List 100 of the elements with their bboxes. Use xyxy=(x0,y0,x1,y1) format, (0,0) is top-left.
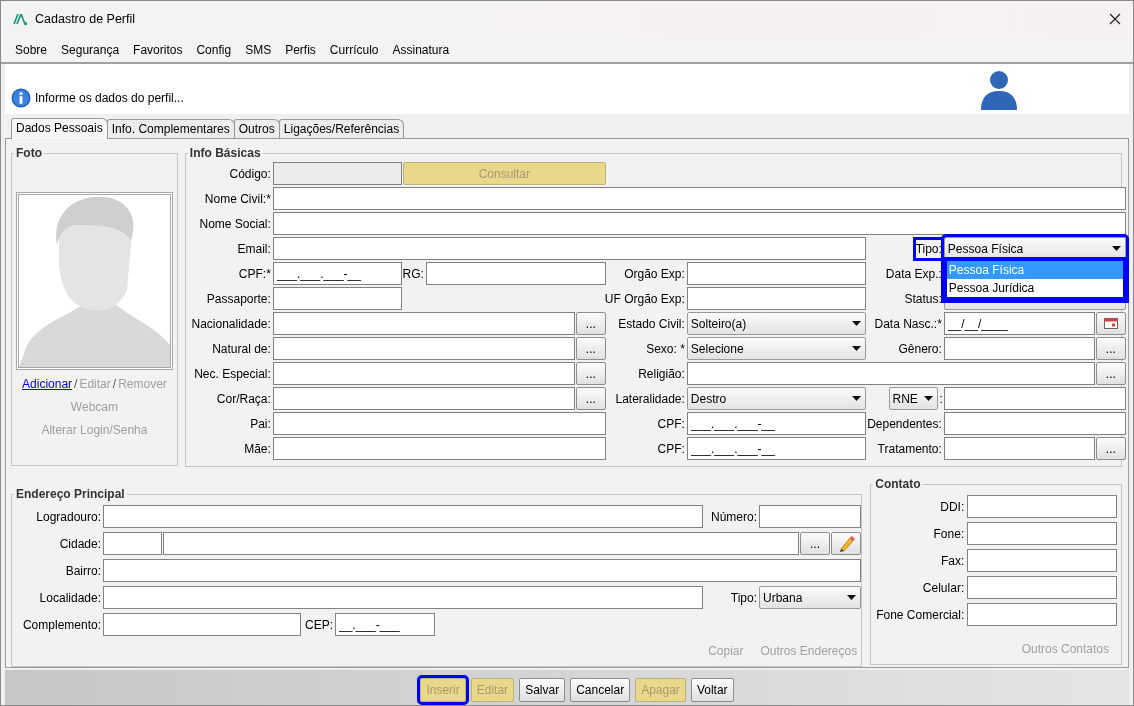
field-label: Natural de: xyxy=(212,340,272,358)
document-type-dropdown[interactable]: RNE xyxy=(888,387,938,410)
field-label: Celular: xyxy=(922,579,966,597)
input-field[interactable] xyxy=(686,287,866,310)
input-field[interactable] xyxy=(272,187,1126,210)
action-button[interactable]: Cancelar xyxy=(570,678,631,702)
action-button[interactable]: Salvar xyxy=(519,678,566,702)
input-field[interactable] xyxy=(686,362,1095,385)
info-message: Informe os dados do perfil... xyxy=(35,90,184,107)
menu-item[interactable]: Sobre xyxy=(8,40,55,59)
dropdown[interactable]: Selecione xyxy=(686,337,866,360)
group-title: Endereço Principal xyxy=(15,487,126,501)
lookup-button[interactable]: ... xyxy=(1095,337,1126,360)
menu-item[interactable]: Segurança xyxy=(54,40,127,59)
input-field[interactable] xyxy=(759,505,861,528)
input-field[interactable] xyxy=(967,495,1118,518)
input-field[interactable] xyxy=(967,549,1118,572)
calendar-button[interactable] xyxy=(1095,312,1126,335)
field-label: Fone Comercial: xyxy=(876,606,966,624)
input-field[interactable] xyxy=(103,613,301,636)
caret-icon xyxy=(851,396,861,401)
group-title: Info Básicas xyxy=(188,146,262,160)
menu-item[interactable]: Currículo xyxy=(322,40,386,59)
input-field[interactable] xyxy=(943,337,1095,360)
tab[interactable]: Dados Pessoais xyxy=(11,118,108,139)
input-field[interactable] xyxy=(943,387,1126,410)
input-field[interactable] xyxy=(272,212,1126,235)
tab[interactable]: Outros xyxy=(233,119,280,138)
info-icon xyxy=(11,88,31,108)
input-field[interactable]: ___.___.___-__ xyxy=(686,437,866,460)
input-field[interactable] xyxy=(103,559,861,582)
dropdown-option[interactable]: Pessoa Jurídica xyxy=(946,279,1123,297)
caret-icon xyxy=(1111,246,1121,251)
menu-item[interactable]: Config xyxy=(189,40,239,59)
field-label: Religião: xyxy=(638,365,686,383)
field-label: Lateralidade: xyxy=(615,390,686,408)
input-field[interactable] xyxy=(272,362,575,385)
input-field[interactable]: ___.___.___-__ xyxy=(686,412,866,435)
tab[interactable]: Info. Complementares xyxy=(106,119,235,138)
action-button[interactable]: Voltar xyxy=(690,678,734,702)
field-label: DDI: xyxy=(940,498,966,516)
menu-item[interactable]: Perfis xyxy=(278,40,323,59)
field-label: Gênero: xyxy=(898,340,943,358)
input-field[interactable] xyxy=(967,576,1118,599)
lookup-button[interactable]: ... xyxy=(575,362,606,385)
field-label: CEP: xyxy=(305,616,334,634)
input-field[interactable] xyxy=(943,412,1126,435)
caret-icon xyxy=(923,396,933,401)
input-field[interactable] xyxy=(103,505,703,528)
input-field[interactable] xyxy=(967,603,1118,626)
link[interactable]: Adicionar xyxy=(22,375,73,393)
menu-item[interactable]: Favoritos xyxy=(126,40,190,59)
menu-item[interactable]: SMS xyxy=(238,40,279,59)
input-field[interactable] xyxy=(272,437,606,460)
menu-item[interactable]: Assinatura xyxy=(385,40,457,59)
input-field[interactable] xyxy=(163,532,799,555)
input-field[interactable]: __.___-___ xyxy=(335,613,435,636)
edit-button[interactable] xyxy=(831,532,861,555)
field-label: Nome Social: xyxy=(199,215,272,233)
field-label: CPF:* xyxy=(238,265,272,283)
input-field[interactable]: __/__/____ xyxy=(943,312,1095,335)
field-label: Tipo: xyxy=(915,239,943,258)
lookup-button[interactable]: ... xyxy=(575,387,606,410)
field-label: Email: xyxy=(237,240,272,258)
calendar-icon xyxy=(1103,318,1118,329)
user-icon xyxy=(979,68,1019,110)
caret-icon xyxy=(851,321,861,326)
tab[interactable]: Ligações/Referências xyxy=(278,119,405,138)
group-title: Foto xyxy=(15,146,43,160)
field-label: Pai: xyxy=(250,415,272,433)
field-label: UF Orgão Exp: xyxy=(604,290,686,308)
input-field[interactable] xyxy=(103,532,162,555)
input-field[interactable] xyxy=(272,287,402,310)
input-field[interactable] xyxy=(272,312,575,335)
close-icon[interactable] xyxy=(1109,13,1121,25)
input-field[interactable] xyxy=(967,522,1118,545)
lookup-button[interactable]: ... xyxy=(575,337,606,360)
input-field[interactable]: ___.___.___-__ xyxy=(272,262,402,285)
field-label: Mãe: xyxy=(244,440,272,458)
field-label: Estado Civil: xyxy=(618,315,686,333)
group-title: Contato xyxy=(874,477,922,491)
input-field[interactable] xyxy=(425,262,606,285)
lookup-button[interactable]: ... xyxy=(1095,362,1126,385)
pencil-icon xyxy=(837,534,855,553)
dropdown[interactable]: Destro xyxy=(686,387,866,410)
input-field[interactable] xyxy=(272,387,575,410)
lookup-button[interactable]: ... xyxy=(575,312,606,335)
field-label: Nome Civil:* xyxy=(204,190,272,208)
input-field[interactable] xyxy=(272,337,575,360)
lookup-button[interactable]: ... xyxy=(800,532,830,555)
lookup-button[interactable]: ... xyxy=(1095,437,1126,460)
separator: / xyxy=(74,376,78,393)
input-field[interactable] xyxy=(272,412,606,435)
input-field[interactable] xyxy=(103,586,703,609)
dropdown[interactable]: Solteiro(a) xyxy=(686,312,866,335)
dropdown[interactable]: Urbana xyxy=(759,586,861,609)
input-field[interactable] xyxy=(686,262,866,285)
input-field[interactable] xyxy=(272,237,866,260)
field-label: Fax: xyxy=(940,552,966,570)
input-field[interactable] xyxy=(943,437,1095,460)
